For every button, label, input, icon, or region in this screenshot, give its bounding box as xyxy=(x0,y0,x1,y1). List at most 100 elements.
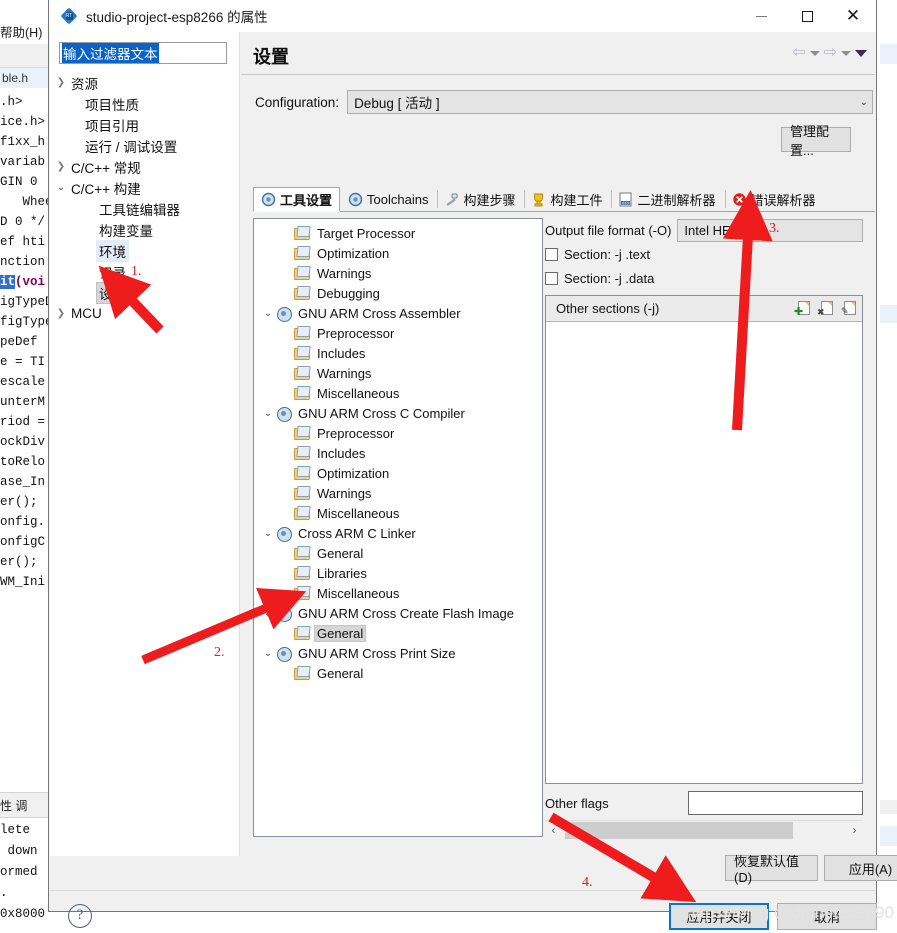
sidebar-item-1[interactable]: 项目性质 xyxy=(50,93,239,114)
chevron-down-icon[interactable]: ⌄ xyxy=(54,182,68,193)
sidebar-item-5[interactable]: ⌄ C/C++ 构建 xyxy=(50,177,239,198)
chevron-right-icon[interactable]: ❯ xyxy=(54,308,68,319)
tab-3[interactable]: 构建工件 xyxy=(523,186,610,211)
tab-1[interactable]: Toolchains xyxy=(340,186,436,211)
maximize-button[interactable] xyxy=(784,0,830,32)
app-icon: RT xyxy=(60,7,78,25)
sidebar-item-label: 工具链编辑器 xyxy=(99,202,180,218)
tab-0[interactable]: 工具设置 xyxy=(253,187,341,212)
edit-icon[interactable]: ✎ xyxy=(840,301,856,316)
option-tree-item-19[interactable]: ⌄ GNU ARM Cross Create Flash Image xyxy=(254,603,542,623)
option-tree-item-0[interactable]: Target Processor xyxy=(254,223,542,243)
code-line: igTypeD xyxy=(0,295,52,309)
option-tree-item-18[interactable]: Miscellaneous xyxy=(254,583,542,603)
tab-4[interactable]: 010 二进制解析器 xyxy=(610,186,723,211)
sidebar-item-9[interactable]: 记录 xyxy=(50,261,239,282)
chevron-down-icon[interactable]: ⌄ xyxy=(260,308,276,319)
sidebar-item-6[interactable]: 工具链编辑器 xyxy=(50,198,239,219)
option-tree-item-8[interactable]: Miscellaneous xyxy=(254,383,542,403)
sidebar-item-8[interactable]: 环境 xyxy=(50,239,239,262)
horizontal-scrollbar[interactable]: ‹ › xyxy=(545,820,863,839)
sidebar-item-10[interactable]: 设置 xyxy=(50,281,239,304)
minimize-button[interactable] xyxy=(738,0,784,32)
back-arrow-icon[interactable]: ⇦ xyxy=(792,45,805,61)
option-tree-item-22[interactable]: General xyxy=(254,663,542,683)
sidebar-item-3[interactable]: 运行 / 调试设置 xyxy=(50,135,239,156)
close-button[interactable]: ✕ xyxy=(830,0,876,32)
sidebar-item-4[interactable]: ❯ C/C++ 常规 xyxy=(50,156,239,177)
menu-dropdown-icon[interactable] xyxy=(855,49,867,57)
scroll-right-icon[interactable]: › xyxy=(846,823,863,837)
chevron-down-icon[interactable]: ⌄ xyxy=(260,408,276,419)
delete-icon[interactable]: ✖ xyxy=(817,301,833,317)
option-tree-label: GNU ARM Cross Print Size xyxy=(298,645,456,661)
back-dropdown-icon[interactable] xyxy=(809,50,820,56)
section-data-checkbox-row[interactable]: Section: -j .data xyxy=(545,266,863,290)
help-icon[interactable]: ? xyxy=(68,904,92,928)
restore-defaults-button[interactable]: 恢复默认值(D) xyxy=(725,854,818,885)
option-tree-item-14[interactable]: Miscellaneous xyxy=(254,503,542,523)
option-tree-item-20[interactable]: General xyxy=(254,623,542,643)
chevron-down-icon[interactable]: ⌄ xyxy=(260,648,276,659)
scroll-left-icon[interactable]: ‹ xyxy=(545,823,562,837)
apply-button[interactable]: 应用(A) xyxy=(824,855,897,881)
option-tree-item-4[interactable]: ⌄ GNU ARM Cross Assembler xyxy=(254,303,542,323)
code-line: nction xyxy=(0,255,46,269)
section-data-checkbox[interactable] xyxy=(545,271,558,285)
option-tree-item-15[interactable]: ⌄ Cross ARM C Linker xyxy=(254,523,542,543)
scrollbar-thumb xyxy=(565,821,793,839)
filter-input[interactable]: 输入过滤器文本 xyxy=(59,42,227,64)
section-text-checkbox[interactable] xyxy=(545,247,558,261)
ide-view-tabs[interactable]: 性 调 xyxy=(0,792,52,818)
sidebar-item-7[interactable]: 构建变量 xyxy=(50,219,239,240)
option-tree-item-1[interactable]: Optimization xyxy=(254,243,542,263)
option-tree-item-3[interactable]: Debugging xyxy=(254,283,542,303)
tab-label: 工具设置 xyxy=(280,193,333,208)
option-tree-item-21[interactable]: ⌄ GNU ARM Cross Print Size xyxy=(254,643,542,663)
scrollbar-track[interactable] xyxy=(562,821,846,839)
option-tree-item-9[interactable]: ⌄ GNU ARM Cross C Compiler xyxy=(254,403,542,423)
manage-configurations-button[interactable]: 管理配置... xyxy=(781,124,851,158)
chevron-right-icon[interactable]: ❯ xyxy=(54,77,68,88)
option-tree-item-6[interactable]: Includes xyxy=(254,343,542,363)
option-tree-item-5[interactable]: Preprocessor xyxy=(254,323,542,343)
option-tree-item-11[interactable]: Includes xyxy=(254,443,542,463)
sidebar-item-2[interactable]: 项目引用 xyxy=(50,114,239,135)
option-tree-item-13[interactable]: Warnings xyxy=(254,483,542,503)
folder-icon xyxy=(294,246,310,260)
chevron-down-icon[interactable]: ⌄ xyxy=(260,608,276,619)
sidebar-item-11[interactable]: ❯ MCU xyxy=(50,303,239,324)
add-icon[interactable]: ✚ xyxy=(794,301,810,318)
header-nav-controls: ⇦ ⇨ xyxy=(792,45,867,61)
option-tree-item-7[interactable]: Warnings xyxy=(254,363,542,383)
option-tree-item-2[interactable]: Warnings xyxy=(254,263,542,283)
forward-dropdown-icon[interactable] xyxy=(841,50,851,56)
configuration-row: Configuration: Debug [ 活动 ] ⌄ xyxy=(255,89,873,115)
folder-icon xyxy=(294,426,310,440)
ide-editor-tab-label[interactable]: ble.h xyxy=(0,68,52,88)
option-tree-item-16[interactable]: General xyxy=(254,543,542,563)
tab-5[interactable]: 错误解析器 xyxy=(724,186,824,211)
ide-menu-help[interactable]: 帮助(H) xyxy=(0,22,52,42)
code-line: peDef xyxy=(0,335,38,349)
other-sections-toolbar: ✚ ✖ ✎ xyxy=(794,301,856,318)
option-tree-item-17[interactable]: Libraries xyxy=(254,563,542,583)
folder-icon xyxy=(294,666,310,680)
footer-divider xyxy=(50,890,875,891)
callout-number-4: 4. xyxy=(582,875,593,890)
other-flags-input[interactable] xyxy=(688,791,863,815)
configuration-select[interactable]: Debug [ 活动 ] ⌄ xyxy=(347,90,873,114)
chevron-right-icon[interactable]: ❯ xyxy=(54,161,68,172)
section-text-checkbox-row[interactable]: Section: -j .text xyxy=(545,242,863,266)
tab-2[interactable]: 构建步骤 xyxy=(436,186,523,211)
forward-arrow-icon[interactable]: ⇨ xyxy=(824,45,837,61)
option-tree-item-10[interactable]: Preprocessor xyxy=(254,423,542,443)
sidebar-item-0[interactable]: ❯ 资源 xyxy=(50,72,239,93)
option-tree-item-12[interactable]: Optimization xyxy=(254,463,542,483)
chevron-down-icon[interactable]: ⌄ xyxy=(260,528,276,539)
